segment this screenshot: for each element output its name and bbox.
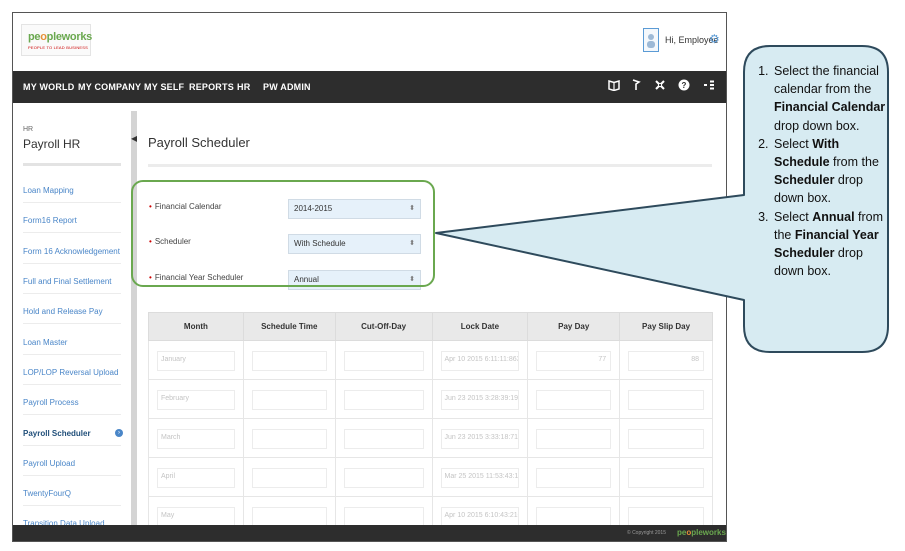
sidebar-item-loan-master[interactable]: Loan Master xyxy=(23,338,67,347)
pin-icon[interactable] xyxy=(631,79,641,94)
sidebar-separator xyxy=(23,202,121,203)
sidebar-separator xyxy=(23,384,121,385)
column-header-schedule-time: Schedule Time xyxy=(242,312,336,341)
pay-day-field[interactable] xyxy=(536,507,612,527)
sidebar-divider xyxy=(23,163,121,166)
nav-hr[interactable]: HR xyxy=(237,82,250,92)
svg-text:?: ? xyxy=(682,81,687,90)
sidebar-item-form16-acknowledgement[interactable]: Form 16 Acknowledgement xyxy=(23,247,120,256)
company-logo[interactable]: peopleworks PEOPLE TO LEAD BUSINESS xyxy=(21,24,92,56)
sidebar-item-form16-report[interactable]: Form16 Report xyxy=(23,216,77,225)
schedule-time-field[interactable] xyxy=(251,468,327,488)
sidebar-separator xyxy=(23,232,121,233)
page-title: Payroll Scheduler xyxy=(148,135,250,150)
month-field[interactable]: February xyxy=(157,390,235,410)
cut-off-day-field[interactable] xyxy=(343,390,424,410)
help-icon[interactable]: ? xyxy=(678,79,690,94)
month-field[interactable]: May xyxy=(157,507,235,527)
sidebar-separator xyxy=(23,445,121,446)
pay-slip-day-field[interactable]: 88 xyxy=(628,351,704,371)
table-header-row: Month Schedule Time Cut-Off-Day Lock Dat… xyxy=(148,312,713,341)
user-icon[interactable] xyxy=(643,28,659,52)
lock-date-field[interactable]: Jun 23 2015 3:33:18:713 xyxy=(440,429,520,449)
sidebar-item-payroll-scheduler[interactable]: Payroll Scheduler xyxy=(23,429,91,438)
lock-date-field[interactable]: Jun 23 2015 3:28:39:193 xyxy=(440,390,520,410)
column-header-month: Month xyxy=(148,312,244,341)
nav-my-self[interactable]: MY SELF xyxy=(144,82,184,92)
pay-day-field[interactable] xyxy=(536,390,612,410)
instruction-step: Select the financial calendar from the F… xyxy=(772,62,886,135)
schedule-time-field[interactable] xyxy=(251,429,327,449)
sidebar-module: HR xyxy=(23,126,34,133)
sidebar-separator xyxy=(23,263,121,264)
schedule-time-field[interactable] xyxy=(251,390,327,410)
sidebar-title: Payroll HR xyxy=(23,137,81,151)
callout-text: Select the financial calendar from the F… xyxy=(748,62,886,280)
cut-off-day-field[interactable] xyxy=(343,468,424,488)
sidebar-separator xyxy=(23,323,121,324)
schedule-table: Month Schedule Time Cut-Off-Day Lock Dat… xyxy=(148,312,713,536)
table-row: April Mar 25 2015 11:53:43:19 xyxy=(148,457,713,497)
lock-date-field[interactable]: Apr 10 2015 6:10:43:210 xyxy=(440,507,520,527)
instruction-step: Select With Schedule from the Scheduler … xyxy=(772,135,886,208)
sidebar-item-lop-reversal-upload[interactable]: LOP/LOP Reversal Upload xyxy=(23,368,118,377)
nav-reports[interactable]: REPORTS xyxy=(189,82,234,92)
instruction-list: Select the financial calendar from the F… xyxy=(748,62,886,280)
schedule-time-field[interactable] xyxy=(251,507,327,527)
sidebar-item-twentyfourq[interactable]: TwentyFourQ xyxy=(23,489,71,498)
column-header-lock-date: Lock Date xyxy=(431,312,529,341)
sidebar-separator xyxy=(23,354,121,355)
footer: © Copyright 2015 peopleworks xyxy=(13,525,726,541)
form-highlight-box xyxy=(131,180,435,287)
sidebar-item-full-final-settlement[interactable]: Full and Final Settlement xyxy=(23,277,112,286)
book-icon[interactable] xyxy=(608,79,620,94)
sidebar-separator xyxy=(23,505,121,506)
share-icon[interactable] xyxy=(703,79,715,94)
main-content: Payroll Scheduler • Financial Calendar 20… xyxy=(137,111,726,541)
pay-day-field[interactable]: 77 xyxy=(536,351,612,371)
nav-my-world[interactable]: MY WORLD xyxy=(23,82,74,92)
pay-slip-day-field[interactable] xyxy=(628,468,704,488)
lock-date-field[interactable]: Mar 25 2015 11:53:43:19 xyxy=(440,468,520,488)
instruction-step: Select Annual from the Financial Year Sc… xyxy=(772,208,886,281)
nav-my-company[interactable]: MY COMPANY xyxy=(78,82,141,92)
sidebar-separator xyxy=(23,475,121,476)
table-row: January Apr 10 2015 6:11:11:863 77 88 xyxy=(148,340,713,380)
cut-off-day-field[interactable] xyxy=(343,429,424,449)
column-header-pay-slip-day: Pay Slip Day xyxy=(619,312,713,341)
copyright-text: © Copyright 2015 xyxy=(627,530,666,536)
pay-slip-day-field[interactable] xyxy=(628,390,704,410)
tools-icon[interactable] xyxy=(654,79,666,94)
pay-day-field[interactable] xyxy=(536,429,612,449)
sidebar-separator xyxy=(23,414,121,415)
sidebar: HR Payroll HR Loan Mapping Form16 Report… xyxy=(13,111,131,541)
schedule-time-field[interactable] xyxy=(251,351,327,371)
cut-off-day-field[interactable] xyxy=(343,351,424,371)
table-row: February Jun 23 2015 3:28:39:193 xyxy=(148,379,713,419)
main-nav: MY WORLD MY COMPANY MY SELF REPORTS HR P… xyxy=(13,71,726,103)
gear-icon[interactable]: ⚙ xyxy=(709,33,720,45)
footer-logo: peopleworks xyxy=(677,528,726,537)
pay-day-field[interactable] xyxy=(536,468,612,488)
pay-slip-day-field[interactable] xyxy=(628,507,704,527)
month-field[interactable]: March xyxy=(157,429,235,449)
sidebar-item-hold-release-pay[interactable]: Hold and Release Pay xyxy=(23,307,103,316)
sidebar-item-payroll-process[interactable]: Payroll Process xyxy=(23,398,79,407)
month-field[interactable]: April xyxy=(157,468,235,488)
logo-tagline: PEOPLE TO LEAD BUSINESS xyxy=(28,45,89,50)
sidebar-item-payroll-upload[interactable]: Payroll Upload xyxy=(23,459,75,468)
sidebar-item-loan-mapping[interactable]: Loan Mapping xyxy=(23,186,74,195)
sidebar-separator xyxy=(23,293,121,294)
pay-slip-day-field[interactable] xyxy=(628,429,704,449)
column-header-pay-day: Pay Day xyxy=(527,312,621,341)
lock-date-field[interactable]: Apr 10 2015 6:11:11:863 xyxy=(440,351,520,371)
title-divider xyxy=(148,164,712,167)
top-header: peopleworks PEOPLE TO LEAD BUSINESS Hi, … xyxy=(13,13,726,71)
month-field[interactable]: January xyxy=(157,351,235,371)
chevron-right-icon: › xyxy=(115,429,123,437)
nav-pw-admin[interactable]: PW ADMIN xyxy=(263,82,311,92)
cut-off-day-field[interactable] xyxy=(343,507,424,527)
table-row: March Jun 23 2015 3:33:18:713 xyxy=(148,418,713,458)
column-header-cut-off-day: Cut-Off-Day xyxy=(334,312,433,341)
